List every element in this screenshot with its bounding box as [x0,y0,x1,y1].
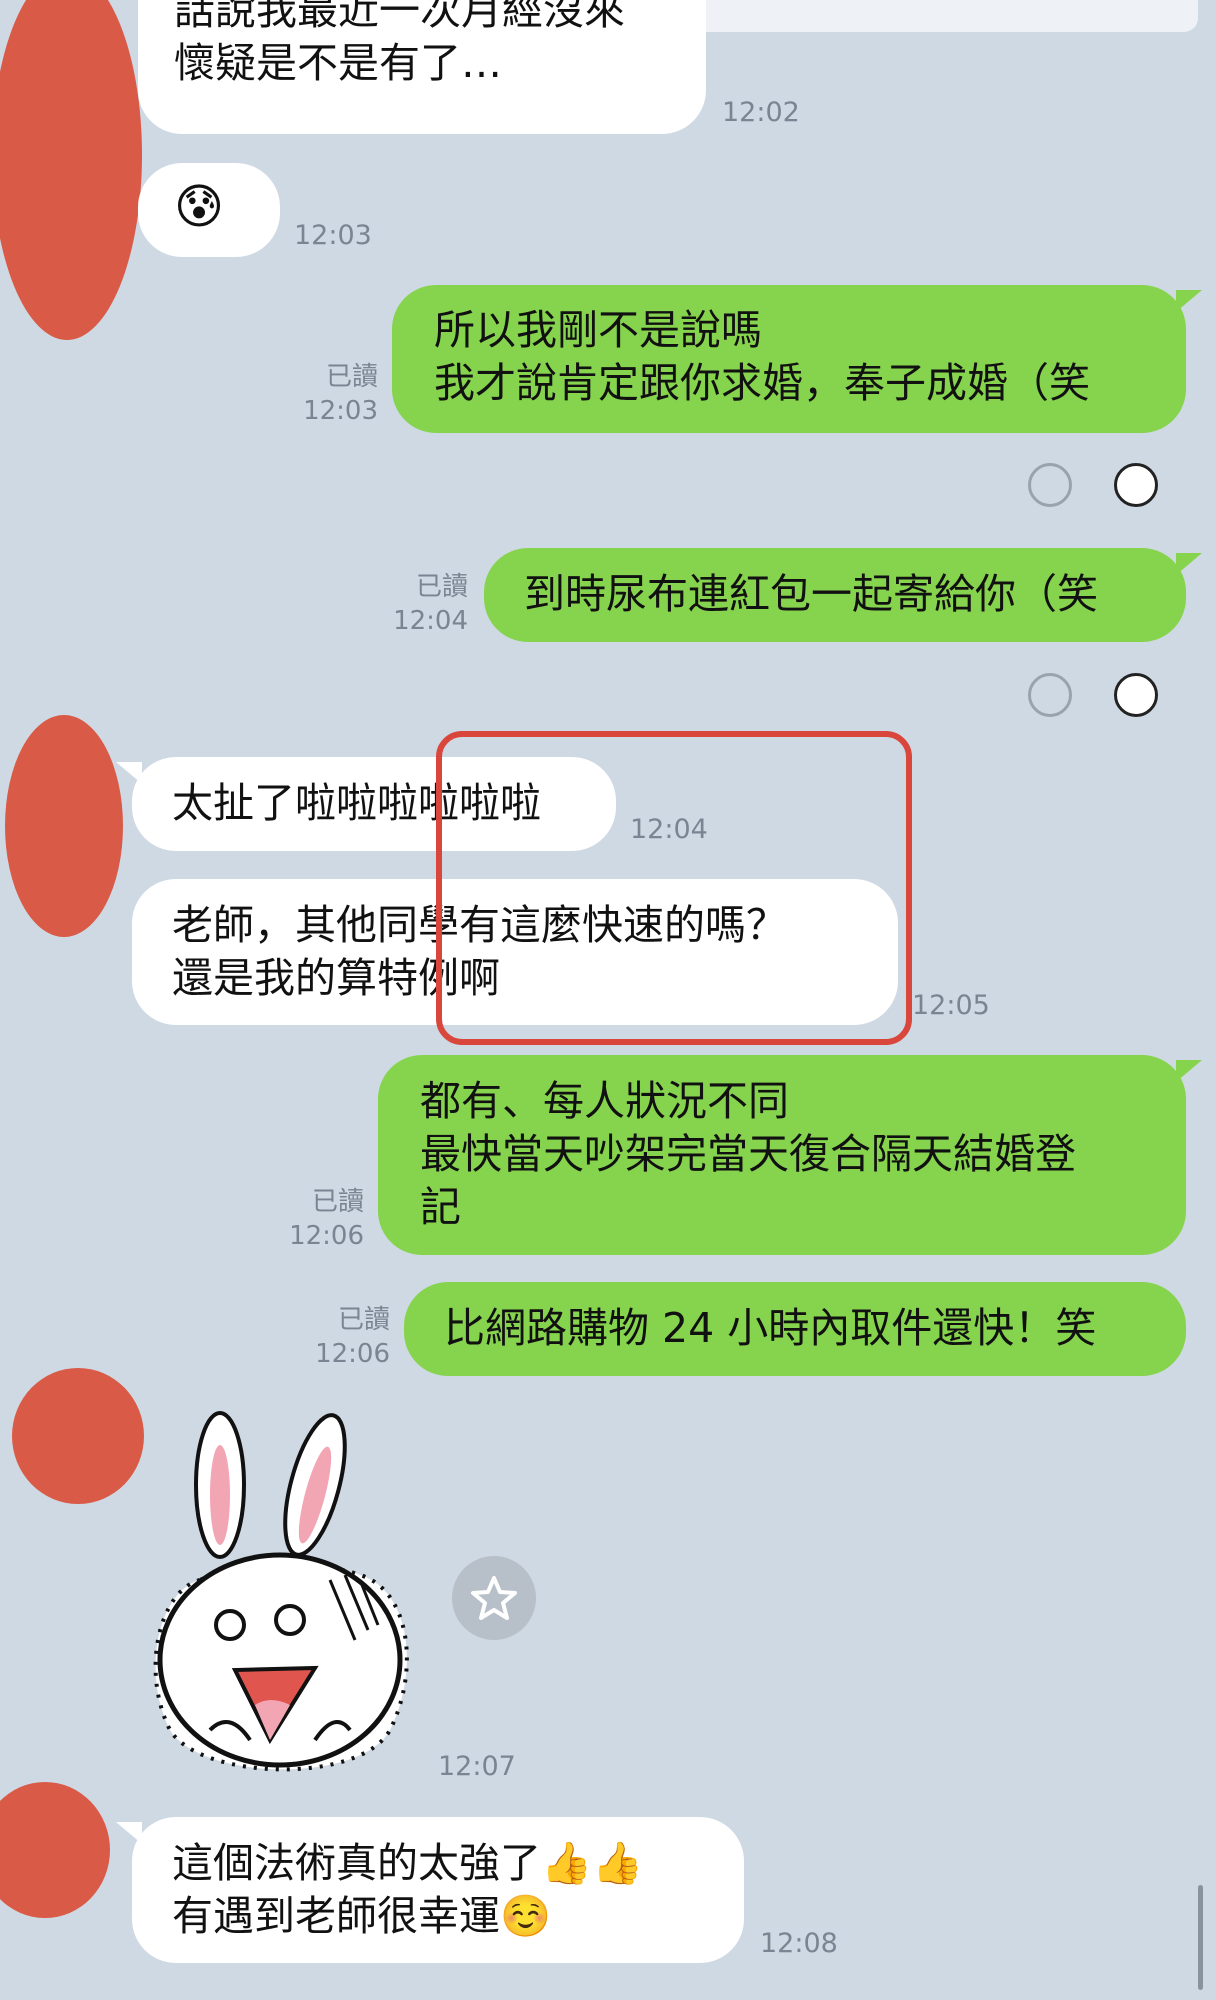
message-time: 12:03 [294,220,372,251]
message-bubble-outgoing[interactable]: 都有、每人狀況不同 最快當天吵架完當天復合隔天結婚登 記 [378,1055,1186,1255]
message-text: 懷疑是不是有了… [174,39,502,87]
bubble-tail [1176,1060,1202,1082]
read-receipt: 已讀 12:06 [315,1305,390,1369]
read-receipt: 已讀 12:03 [303,362,378,426]
anxious-face-emoji: 😰 [174,179,225,235]
read-receipt: 已讀 12:04 [393,572,468,636]
message-text: 有遇到老師很幸運☺️ [172,1892,552,1940]
message-time: 12:08 [760,1928,838,1959]
message-bubble-incoming[interactable]: 😰 [138,163,280,257]
shocked-bunny-sticker[interactable] [140,1410,420,1790]
bubble-tail [1176,553,1202,575]
message-text: 所以我剛不是說嗎 [434,306,762,354]
message-text: 到時尿布連紅包一起寄給你（笑 [524,570,1098,618]
message-text: 我才說肯定跟你求婚，奉子成婚（笑 [434,359,1090,407]
message-text: 最快當天吵架完當天復合隔天結婚登 [420,1130,1076,1178]
message-text: 記 [420,1183,461,1231]
star-icon[interactable] [452,1556,536,1640]
message-text: 比網路購物 24 小時內取件還快！笑 [444,1304,1097,1352]
message-time: 12:07 [438,1751,516,1782]
message-text: 都有、每人狀況不同 [420,1077,789,1125]
avatar[interactable] [12,1368,144,1504]
read-receipt: 已讀 12:06 [289,1187,364,1251]
surprised-face-icon[interactable] [1114,463,1158,507]
message-time: 12:05 [912,990,990,1021]
avatar[interactable] [0,1782,110,1918]
avatar[interactable] [5,715,123,937]
avatar[interactable] [0,0,142,340]
message-text: 這個法術真的太強了👍👍 [172,1839,644,1887]
smile-icon[interactable] [1028,463,1072,507]
message-text: 話說我最近一次月經沒來 [174,0,625,34]
laughing-face-icon[interactable] [1114,673,1158,717]
message-bubble-outgoing[interactable]: 比網路購物 24 小時內取件還快！笑 [404,1282,1186,1376]
highlight-box [436,731,912,1045]
smile-icon[interactable] [1028,673,1072,717]
message-bubble-outgoing[interactable]: 到時尿布連紅包一起寄給你（笑 [484,548,1186,642]
message-time: 12:02 [722,97,800,128]
bubble-tail [1176,290,1202,312]
message-bubble-outgoing[interactable]: 所以我剛不是說嗎 我才說肯定跟你求婚，奉子成婚（笑 [392,285,1186,433]
message-bubble-incoming[interactable]: 這個法術真的太強了👍👍 有遇到老師很幸運☺️ [132,1817,744,1963]
scrollbar[interactable] [1198,1885,1203,1990]
message-bubble-incoming[interactable]: 話說我最近一次月經沒來 懷疑是不是有了… [138,0,706,134]
